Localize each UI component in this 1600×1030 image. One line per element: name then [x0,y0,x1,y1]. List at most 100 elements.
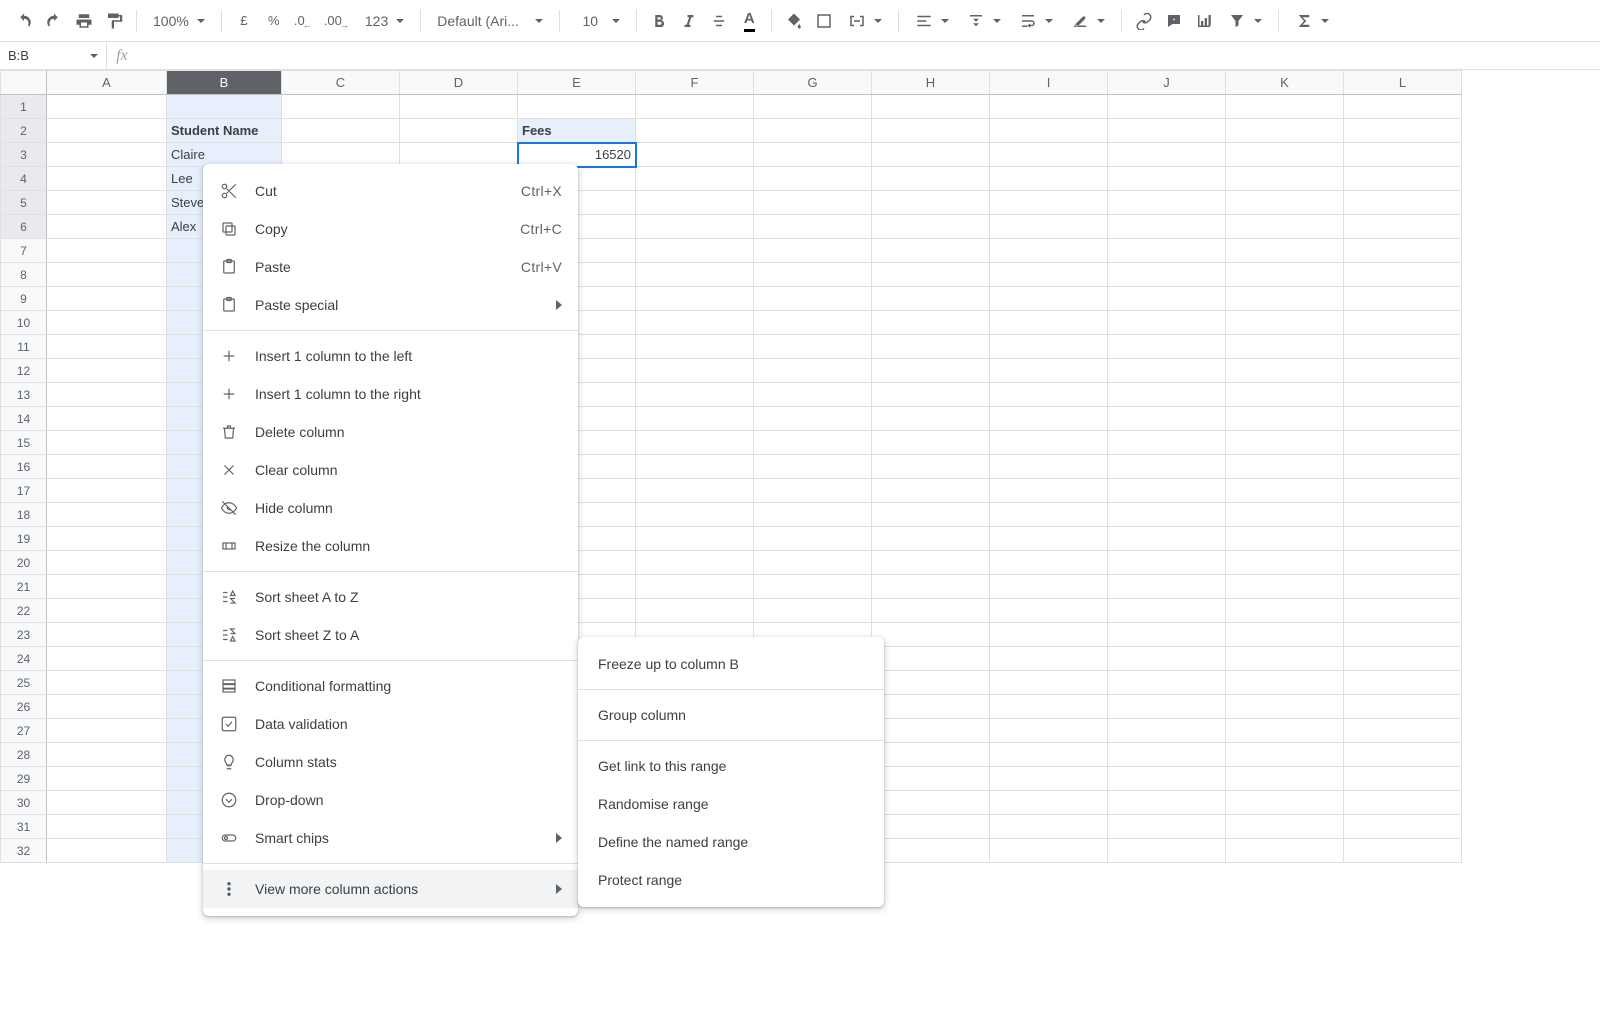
cell-J3[interactable] [1108,143,1226,167]
cell-K12[interactable] [1226,359,1344,383]
cell-K29[interactable] [1226,767,1344,791]
cell-G22[interactable] [754,599,872,623]
cell-L26[interactable] [1344,695,1462,719]
menu-item-copy[interactable]: CopyCtrl+C [203,210,578,248]
cell-J8[interactable] [1108,263,1226,287]
cell-F15[interactable] [636,431,754,455]
cell-H5[interactable] [872,191,990,215]
cell-H13[interactable] [872,383,990,407]
cell-L29[interactable] [1344,767,1462,791]
italic-button[interactable] [675,7,703,35]
column-header-F[interactable]: F [636,71,754,95]
cell-H32[interactable] [872,839,990,863]
cell-L13[interactable] [1344,383,1462,407]
filter-dropdown[interactable] [1220,7,1270,35]
menu-item-insert-left[interactable]: Insert 1 column to the left [203,337,578,375]
cell-K21[interactable] [1226,575,1344,599]
row-header-27[interactable]: 27 [1,719,47,743]
row-header-6[interactable]: 6 [1,215,47,239]
cell-A10[interactable] [47,311,167,335]
cell-L27[interactable] [1344,719,1462,743]
horizontal-align-dropdown[interactable] [907,7,957,35]
cell-K25[interactable] [1226,671,1344,695]
cell-L9[interactable] [1344,287,1462,311]
row-header-1[interactable]: 1 [1,95,47,119]
menu-item-dropdown[interactable]: Drop-down [203,781,578,819]
cell-A31[interactable] [47,815,167,839]
cell-H14[interactable] [872,407,990,431]
cell-L8[interactable] [1344,263,1462,287]
cell-A12[interactable] [47,359,167,383]
cell-K10[interactable] [1226,311,1344,335]
insert-chart-button[interactable] [1190,7,1218,35]
cell-A2[interactable] [47,119,167,143]
row-header-7[interactable]: 7 [1,239,47,263]
row-header-10[interactable]: 10 [1,311,47,335]
cell-E3[interactable]: 16520 [518,143,636,167]
cell-I26[interactable] [990,695,1108,719]
decrease-decimal-button[interactable]: .0← [290,7,318,35]
cell-G10[interactable] [754,311,872,335]
cell-K20[interactable] [1226,551,1344,575]
cell-C3[interactable] [282,143,400,167]
cell-I9[interactable] [990,287,1108,311]
cell-A30[interactable] [47,791,167,815]
cell-H11[interactable] [872,335,990,359]
undo-button[interactable] [10,7,38,35]
cell-A21[interactable] [47,575,167,599]
cell-I29[interactable] [990,767,1108,791]
cell-J25[interactable] [1108,671,1226,695]
row-header-4[interactable]: 4 [1,167,47,191]
cell-I1[interactable] [990,95,1108,119]
column-header-I[interactable]: I [990,71,1108,95]
row-header-28[interactable]: 28 [1,743,47,767]
cell-F22[interactable] [636,599,754,623]
cell-I14[interactable] [990,407,1108,431]
cell-L18[interactable] [1344,503,1462,527]
row-header-8[interactable]: 8 [1,263,47,287]
cell-H24[interactable] [872,647,990,671]
cell-I10[interactable] [990,311,1108,335]
cell-A5[interactable] [47,191,167,215]
cell-J4[interactable] [1108,167,1226,191]
menu-item-delete-col[interactable]: Delete column [203,413,578,451]
cell-C1[interactable] [282,95,400,119]
cell-L12[interactable] [1344,359,1462,383]
column-header-J[interactable]: J [1108,71,1226,95]
cell-L28[interactable] [1344,743,1462,767]
cell-H22[interactable] [872,599,990,623]
cell-C2[interactable] [282,119,400,143]
cell-I5[interactable] [990,191,1108,215]
cell-L3[interactable] [1344,143,1462,167]
cell-J9[interactable] [1108,287,1226,311]
cell-A16[interactable] [47,455,167,479]
cell-K28[interactable] [1226,743,1344,767]
cell-I21[interactable] [990,575,1108,599]
cell-L25[interactable] [1344,671,1462,695]
row-header-23[interactable]: 23 [1,623,47,647]
cell-L22[interactable] [1344,599,1462,623]
cell-I8[interactable] [990,263,1108,287]
cell-H1[interactable] [872,95,990,119]
cell-H9[interactable] [872,287,990,311]
functions-dropdown[interactable] [1287,7,1337,35]
cell-A15[interactable] [47,431,167,455]
cell-A29[interactable] [47,767,167,791]
cell-I32[interactable] [990,839,1108,863]
menu-item-hide-col[interactable]: Hide column [203,489,578,527]
cell-B2[interactable]: Student Name [167,119,282,143]
row-header-31[interactable]: 31 [1,815,47,839]
cell-G2[interactable] [754,119,872,143]
cell-L16[interactable] [1344,455,1462,479]
menu-item-clear-col[interactable]: Clear column [203,451,578,489]
row-header-26[interactable]: 26 [1,695,47,719]
cell-F8[interactable] [636,263,754,287]
cell-A7[interactable] [47,239,167,263]
cell-J30[interactable] [1108,791,1226,815]
more-formats-dropdown[interactable]: 123 [357,7,412,35]
paint-format-button[interactable] [100,7,128,35]
cell-F4[interactable] [636,167,754,191]
cell-H7[interactable] [872,239,990,263]
cell-H10[interactable] [872,311,990,335]
menu-item-data-val[interactable]: Data validation [203,705,578,743]
